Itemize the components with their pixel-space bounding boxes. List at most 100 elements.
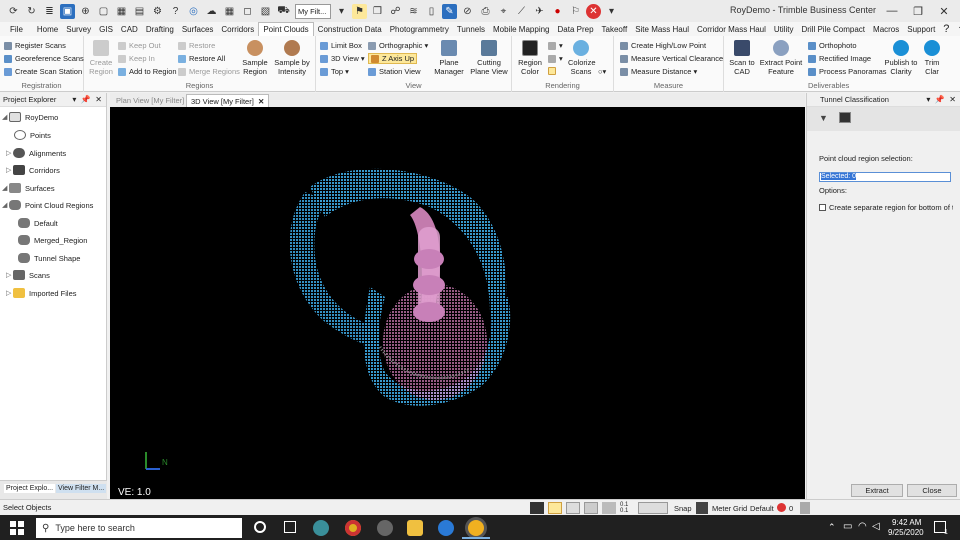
sample-region-button[interactable]: Sample Region — [240, 40, 270, 76]
colorize-scans-button[interactable]: Colorize Scans — [568, 40, 596, 76]
collapse-icon[interactable]: ◢ — [2, 184, 8, 192]
menu-file[interactable]: File — [0, 25, 33, 34]
expand-icon[interactable]: ▷ — [6, 271, 12, 279]
collapse-icon[interactable]: ◢ — [2, 113, 8, 121]
status-grip-icon[interactable] — [800, 502, 810, 514]
plane-manager-button[interactable]: Plane Manager — [432, 40, 466, 76]
menu-tunnels[interactable]: Tunnels — [453, 25, 489, 34]
default-label[interactable]: Default — [750, 504, 774, 513]
close-panel-button[interactable]: Close — [907, 484, 957, 497]
tree-item-default[interactable]: Default — [18, 218, 58, 228]
menu-photogrammetry[interactable]: Photogrammetry — [386, 25, 453, 34]
sample-by-intensity-button[interactable]: Sample by Intensity — [272, 40, 312, 76]
grid-mode-icon[interactable] — [602, 502, 616, 514]
network-icon[interactable]: ☍ — [388, 4, 403, 19]
render-mode-3[interactable] — [548, 67, 559, 75]
snap-settings-icon[interactable] — [638, 502, 668, 514]
document-icon[interactable]: ▯ — [424, 4, 439, 19]
car-icon[interactable]: ⛟ — [276, 4, 291, 19]
close-tab-icon[interactable]: ✕ — [258, 97, 264, 106]
menu-drill-pile-compact[interactable]: Drill Pile Compact — [797, 25, 869, 34]
minimize-button[interactable]: — — [880, 2, 904, 20]
extract-point-feature-button[interactable]: Extract Point Feature — [758, 40, 804, 76]
trim-clarity-button[interactable]: Trim Clar — [922, 40, 942, 76]
menu-surfaces[interactable]: Surfaces — [178, 25, 218, 34]
z-axis-up-toggle[interactable]: Z Axis Up — [368, 53, 418, 64]
scan-to-cad-button[interactable]: Scan to CAD — [728, 40, 756, 76]
clock-time[interactable]: 9:42 AM — [892, 518, 921, 527]
compass-icon[interactable]: ⊘ — [460, 4, 475, 19]
separate-region-checkbox[interactable] — [819, 204, 826, 211]
process-panoramas-button[interactable]: Process Panoramas — [808, 67, 887, 76]
menu-data-prep[interactable]: Data Prep — [554, 25, 598, 34]
menu-site-mass-haul[interactable]: Site Mass Haul — [631, 25, 693, 34]
refresh-icon[interactable]: ⟳ — [6, 4, 21, 19]
collapse-icon[interactable]: ◢ — [2, 201, 8, 209]
filter-icon[interactable]: ⚑ — [352, 3, 367, 19]
tab-3d-view[interactable]: 3D View [My Filter] ✕ — [186, 94, 270, 107]
menu-utility[interactable]: Utility — [770, 25, 798, 34]
keep-in-button[interactable]: Keep In — [118, 54, 155, 63]
tree-item-roydemo[interactable]: ◢ RoyDemo — [2, 112, 58, 122]
maximize-button[interactable]: ❐ — [906, 2, 930, 20]
3d-view-canvas[interactable]: N VE: 1.0 — [110, 107, 805, 499]
target-icon[interactable]: ⌖ — [496, 4, 511, 19]
page-icon[interactable]: ▢ — [96, 4, 111, 19]
help-icon[interactable]: ? — [939, 23, 953, 35]
pen-icon[interactable]: ✎ — [442, 3, 457, 19]
orthographic-dropdown[interactable]: Orthographic ▾ — [368, 41, 428, 50]
station-view-button[interactable]: Station View — [368, 67, 421, 76]
flag-icon[interactable]: ⚐ — [568, 4, 583, 19]
command-line-icon[interactable] — [530, 502, 544, 514]
help-icon[interactable]: ? — [168, 4, 183, 19]
ruler-icon[interactable]: ⟋ — [514, 4, 529, 19]
create-region-button[interactable]: Create Region — [88, 40, 114, 76]
edge-icon[interactable] — [313, 520, 329, 536]
file-explorer-icon[interactable] — [407, 520, 423, 536]
stop-icon[interactable]: ✕ — [586, 3, 601, 19]
taskbar-search-box[interactable]: ⚲ Type here to search — [36, 518, 242, 538]
table-icon[interactable]: ▤ — [132, 4, 147, 19]
record-icon[interactable]: ● — [550, 4, 565, 19]
new-project-icon[interactable]: ⊕ — [78, 4, 93, 19]
trimble-business-center-icon[interactable] — [468, 520, 484, 536]
3d-view-dropdown[interactable]: 3D View ▾ — [320, 54, 365, 63]
extract-button[interactable]: Extract — [851, 484, 903, 497]
measure-vertical-clearance-button[interactable]: Measure Vertical Clearance — [620, 54, 723, 63]
rectified-image-button[interactable]: Rectified Image — [808, 54, 871, 63]
clock-date[interactable]: 9/25/2020 — [888, 528, 924, 537]
merge-regions-button[interactable]: Merge Regions — [178, 67, 240, 76]
meter-label[interactable]: Meter — [712, 504, 731, 513]
layers-icon[interactable]: ≣ — [42, 4, 57, 19]
menu-takeoff[interactable]: Takeoff — [598, 25, 632, 34]
menu-corridors[interactable]: Corridors — [217, 25, 258, 34]
menu-survey[interactable]: Survey — [62, 25, 95, 34]
cortana-icon[interactable] — [254, 521, 266, 533]
publish-to-clarity-button[interactable]: Publish to Clarity — [884, 40, 918, 76]
start-button[interactable] — [10, 521, 24, 535]
printer-icon[interactable]: ⎙ — [478, 4, 493, 19]
tree-item-point-cloud-regions[interactable]: ◢ Point Cloud Regions — [2, 200, 93, 210]
expand-icon[interactable]: ▷ — [6, 149, 12, 157]
panel-controls[interactable]: ▾ 📌 ✕ — [72, 93, 102, 107]
panel-controls[interactable]: ▾ 📌 ✕ — [926, 93, 956, 107]
menu-support[interactable]: Support — [903, 25, 939, 34]
tree-item-merged-region[interactable]: Merged_Region — [18, 235, 87, 245]
collapse-ribbon-icon[interactable]: ⌃ — [953, 25, 960, 34]
volume-tray-icon[interactable]: ◁ — [872, 521, 880, 532]
register-scans-button[interactable]: Register Scans — [4, 41, 66, 50]
tray-chevron-icon[interactable]: ⌃ — [828, 522, 836, 533]
edge-chromium-icon[interactable] — [377, 520, 393, 536]
globe-icon[interactable]: ◎ — [186, 4, 201, 19]
tab-view-filter-manager[interactable]: View Filter M... — [56, 484, 107, 493]
menu-home[interactable]: Home — [33, 25, 62, 34]
task-view-icon[interactable] — [284, 521, 296, 533]
render-mode-1[interactable]: ▾ — [548, 41, 563, 50]
snap-label[interactable]: Snap — [674, 504, 692, 513]
menu-macros[interactable]: Macros — [869, 25, 903, 34]
customize-icon[interactable]: ▾ — [604, 4, 619, 19]
hatch-mode-icon[interactable] — [584, 502, 598, 514]
render-mode-2[interactable]: ▾ — [548, 54, 563, 63]
menu-cad[interactable]: CAD — [117, 25, 142, 34]
limit-box-button[interactable]: Limit Box — [320, 41, 362, 50]
